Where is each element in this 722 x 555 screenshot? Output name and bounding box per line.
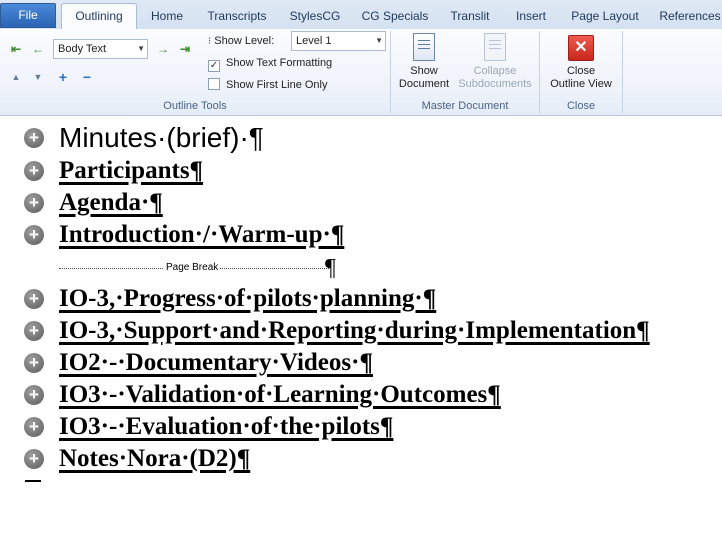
move-down-icon[interactable]: ▼ bbox=[29, 69, 47, 85]
collapse-subdocuments-label-2: Subdocuments bbox=[458, 78, 532, 90]
document-icon bbox=[413, 33, 435, 61]
show-first-line-only-checkbox[interactable] bbox=[208, 78, 220, 90]
tab-home[interactable]: Home bbox=[143, 4, 191, 30]
collapse-subdocuments-label-1: Collapse bbox=[473, 65, 517, 77]
chevron-down-icon[interactable]: ▼ bbox=[137, 40, 145, 58]
demote-icon[interactable]: → bbox=[154, 41, 172, 57]
outline-heading[interactable]: IO3·-·Evaluation·of·the·pilots¶ bbox=[59, 413, 393, 441]
show-document-label-1: Show bbox=[410, 65, 438, 77]
expand-icon[interactable]: + bbox=[54, 69, 72, 85]
show-text-formatting-label: Show Text Formatting bbox=[226, 57, 333, 69]
tab-transcripts[interactable]: Transcripts bbox=[201, 4, 273, 30]
outline-heading[interactable]: Introduction·/·Warm-up·¶ bbox=[59, 221, 344, 249]
outline-heading[interactable]: Participants¶ bbox=[59, 157, 203, 185]
group-separator bbox=[622, 31, 623, 113]
subdocument-icon bbox=[484, 33, 506, 61]
show-level-icon: ⁝ bbox=[208, 36, 212, 47]
page-break-pilcrow: ¶ bbox=[325, 255, 336, 281]
expand-plus-icon[interactable]: + bbox=[24, 161, 44, 181]
tab-insert[interactable]: Insert bbox=[506, 4, 556, 30]
page-break-label: Page Break bbox=[164, 262, 221, 273]
expand-plus-icon[interactable]: + bbox=[24, 289, 44, 309]
show-level-value: Level 1 bbox=[296, 35, 332, 47]
close-group-label: Close bbox=[566, 100, 596, 112]
outline-heading[interactable]: IO2·-·Documentary·Videos·¶ bbox=[59, 349, 373, 377]
expand-plus-icon[interactable]: + bbox=[24, 353, 44, 373]
outline-tools-group-label: Outline Tools bbox=[163, 100, 227, 112]
promote-icon[interactable]: ← bbox=[29, 41, 47, 57]
show-level-label: Show Level: bbox=[214, 35, 275, 47]
expand-plus-icon[interactable]: + bbox=[24, 225, 44, 245]
outline-document[interactable]: + Minutes·(brief)·¶ + Participants¶ + Ag… bbox=[0, 117, 722, 555]
tab-stylescg[interactable]: StylesCG bbox=[284, 4, 346, 30]
show-text-formatting-checkbox[interactable]: ✓ bbox=[208, 60, 220, 72]
chevron-down-icon[interactable]: ▼ bbox=[375, 32, 383, 50]
outline-level-value: Body Text bbox=[58, 43, 107, 55]
outline-heading[interactable]: IO3·-·Validation·of·Learning·Outcomes¶ bbox=[59, 381, 501, 409]
tab-translit[interactable]: Translit bbox=[444, 4, 496, 30]
ribbon: ⇤ ← Body Text ▼ → ⇥ ▲ ▼ + − ⁝ Show Level… bbox=[0, 29, 722, 116]
show-first-line-only-row[interactable]: Show First Line Only bbox=[208, 77, 327, 93]
tab-cg-specials[interactable]: CG Specials bbox=[356, 4, 434, 30]
show-level-combo[interactable]: Level 1 ▼ bbox=[291, 31, 386, 51]
close-outline-view-label-1: Close bbox=[566, 65, 596, 77]
outline-heading[interactable]: Notes·Nora·(D2)¶ bbox=[59, 445, 250, 473]
expand-plus-icon[interactable]: + bbox=[24, 128, 44, 148]
collapse-icon[interactable]: − bbox=[78, 69, 96, 85]
outline-heading[interactable]: Agenda·¶ bbox=[59, 189, 163, 217]
outline-heading[interactable]: IO-3,·Support·and·Reporting·during·Imple… bbox=[59, 317, 650, 345]
outline-heading-title[interactable]: Minutes·(brief)·¶ bbox=[59, 122, 264, 154]
promote-to-heading-1-icon[interactable]: ⇤ bbox=[7, 41, 25, 57]
expand-plus-icon[interactable]: + bbox=[24, 321, 44, 341]
expand-plus-icon[interactable]: + bbox=[24, 449, 44, 469]
text-cursor bbox=[25, 480, 41, 482]
outline-level-combo[interactable]: Body Text ▼ bbox=[53, 39, 148, 59]
page-break[interactable]: Page Break bbox=[59, 258, 329, 278]
collapse-subdocuments-button[interactable]: Collapse Subdocuments bbox=[455, 33, 535, 91]
expand-plus-icon[interactable]: + bbox=[24, 193, 44, 213]
close-outline-view-button[interactable]: ✕ Close Outline View bbox=[543, 35, 619, 91]
tab-file[interactable]: File bbox=[0, 3, 56, 28]
master-document-group-label: Master Document bbox=[421, 100, 509, 112]
tab-references[interactable]: References bbox=[654, 4, 722, 30]
expand-plus-icon[interactable]: + bbox=[24, 385, 44, 405]
demote-to-body-text-icon[interactable]: ⇥ bbox=[176, 41, 194, 57]
tab-page-layout[interactable]: Page Layout bbox=[566, 4, 644, 30]
show-first-line-only-label: Show First Line Only bbox=[226, 79, 328, 91]
show-level-row: ⁝ Show Level: bbox=[208, 33, 274, 49]
outline-heading[interactable]: IO-3,·Progress·of·pilots·planning·¶ bbox=[59, 285, 436, 313]
tab-outlining[interactable]: Outlining bbox=[61, 3, 137, 30]
show-text-formatting-row[interactable]: ✓ Show Text Formatting bbox=[208, 55, 333, 72]
move-up-icon[interactable]: ▲ bbox=[7, 69, 25, 85]
show-document-button[interactable]: Show Document bbox=[395, 33, 453, 91]
show-document-label-2: Document bbox=[398, 78, 450, 90]
close-outline-view-label-2: Outline View bbox=[550, 78, 612, 90]
expand-plus-icon[interactable]: + bbox=[24, 417, 44, 437]
ribbon-tab-bar: File Outlining Home Transcripts StylesCG… bbox=[0, 0, 722, 30]
close-icon: ✕ bbox=[568, 35, 594, 61]
